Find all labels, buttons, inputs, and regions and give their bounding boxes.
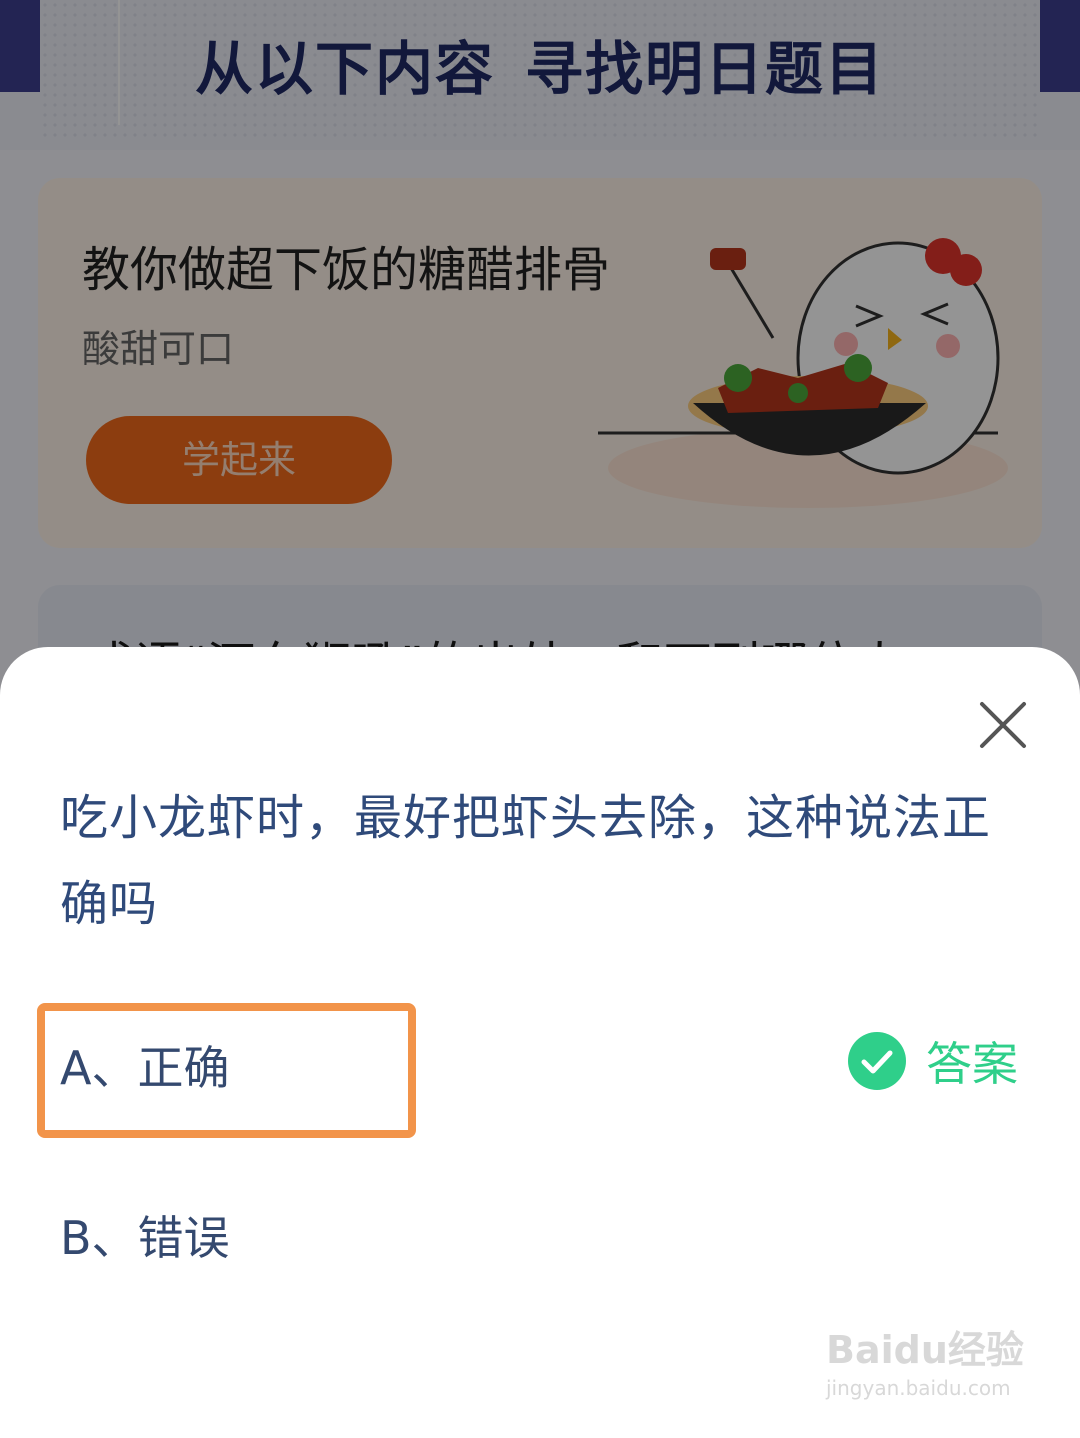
option-b[interactable]: B、错误 (60, 1202, 230, 1268)
watermark-brand: Baidu经验 (826, 1328, 1024, 1372)
question-text: 吃小龙虾时，最好把虾头去除，这种说法正确吗 (60, 790, 992, 932)
quiz-sheet: 吃小龙虾时，最好把虾头去除，这种说法正确吗 A、正确 答案 B、错误 Baidu… (0, 647, 1080, 1438)
answer-indicator: 答案 (848, 1032, 1018, 1091)
answer-label: 答案 (926, 1037, 1018, 1091)
check-circle-icon (848, 1032, 906, 1090)
watermark-url: jingyan.baidu.com (826, 1376, 1011, 1400)
option-a[interactable]: A、正确 (60, 1032, 229, 1098)
baidu-jingyan-watermark: Baidu经验 jingyan.baidu.com (826, 1319, 1026, 1419)
close-icon[interactable] (974, 696, 1032, 754)
quiz-page: 从以下内容寻找明日题目 教你做超下饭的糖醋排骨 酸甜可口 学起来 成 (0, 0, 1080, 1438)
